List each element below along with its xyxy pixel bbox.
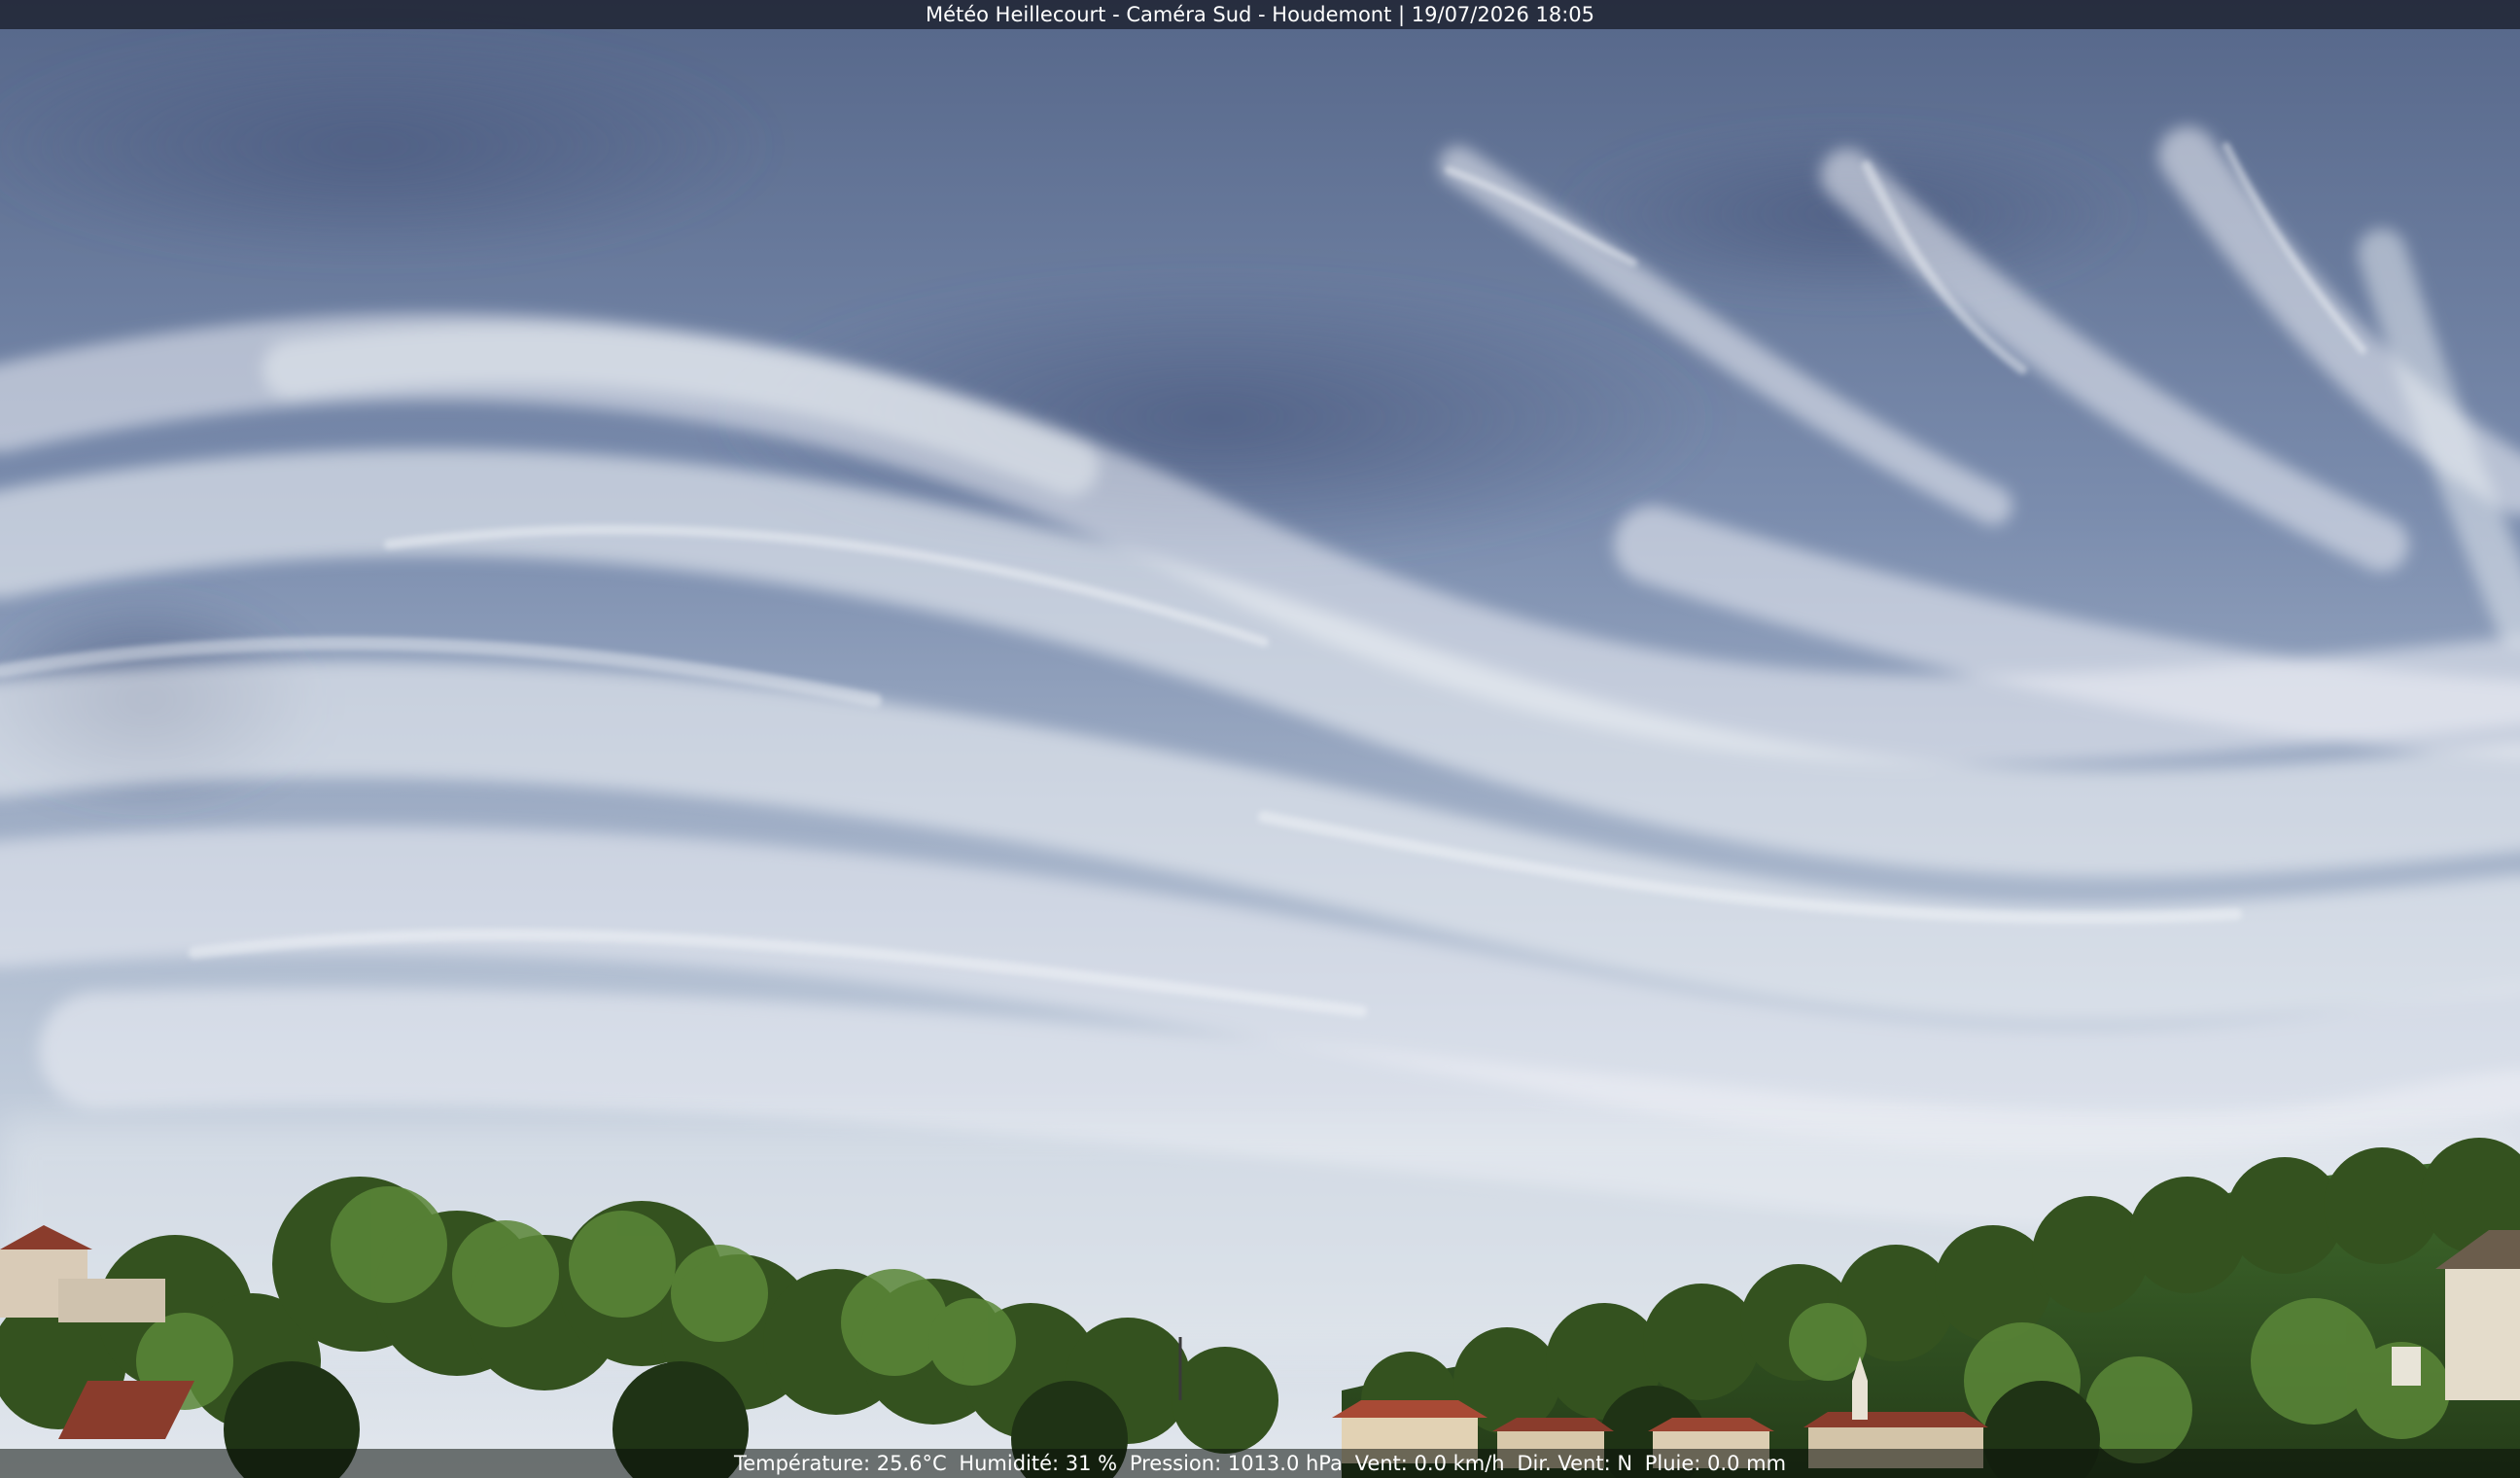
camera-title-bar: Météo Heillecourt - Caméra Sud - Houdemo… (0, 0, 2520, 29)
webcam-image (0, 0, 2520, 1478)
wind-direction-reading: Dir. Vent: N (1517, 1452, 1633, 1475)
rain-reading: Pluie: 0.0 mm (1644, 1452, 1787, 1475)
house-right (2445, 1264, 2520, 1400)
weather-readings-bar: Température: 25.6°C Humidité: 31 % Press… (0, 1449, 2520, 1478)
humidity-reading: Humidité: 31 % (959, 1452, 1118, 1475)
wind-reading: Vent: 0.0 km/h (1354, 1452, 1505, 1475)
temperature-reading: Température: 25.6°C (733, 1452, 947, 1475)
camera-title: Météo Heillecourt - Caméra Sud - Houdemo… (925, 3, 1595, 26)
pressure-reading: Pression: 1013.0 hPa (1129, 1452, 1343, 1475)
